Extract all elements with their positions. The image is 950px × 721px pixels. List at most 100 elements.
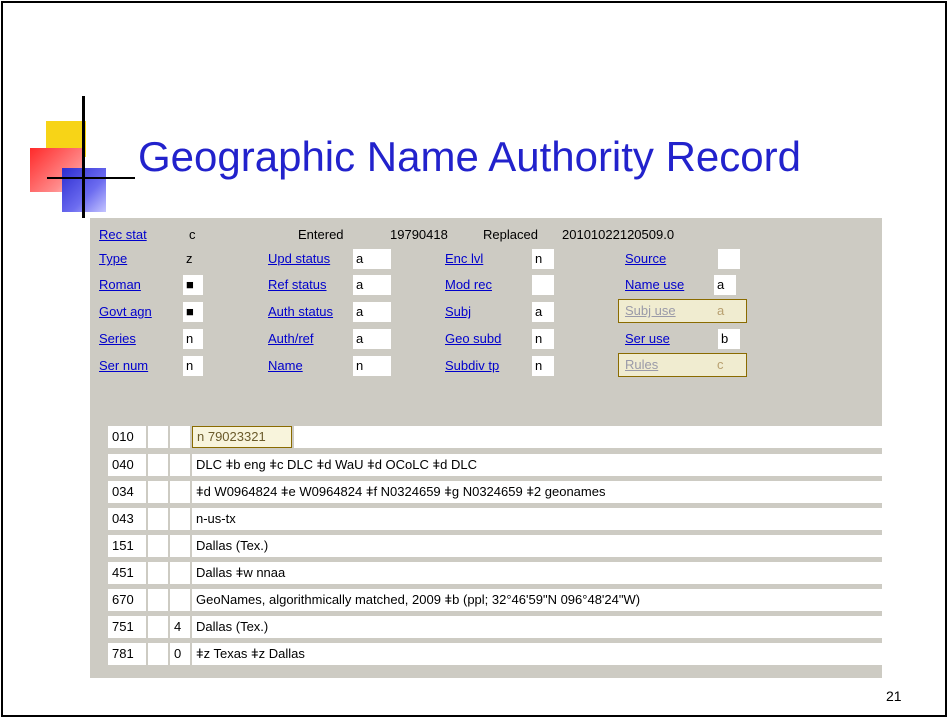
subj-use-field[interactable]: Subj use a <box>618 299 747 323</box>
field-tag[interactable]: 043 <box>108 508 146 530</box>
field-tag[interactable]: 151 <box>108 535 146 557</box>
field-indicator-2[interactable] <box>170 535 190 557</box>
subj-use-label[interactable]: Subj use <box>625 303 676 318</box>
ser-num-label[interactable]: Ser num <box>99 358 148 373</box>
source-value[interactable] <box>718 249 740 269</box>
field-indicator-2[interactable] <box>170 481 190 503</box>
type-label[interactable]: Type <box>99 251 127 266</box>
field-indicator-2[interactable]: 4 <box>170 616 190 638</box>
type-value: z <box>186 251 193 266</box>
replaced-value: 20101022120509.0 <box>562 227 675 242</box>
name-use-label[interactable]: Name use <box>625 277 684 292</box>
field-content[interactable]: Dallas (Tex.) <box>192 535 882 557</box>
series-label[interactable]: Series <box>99 331 136 346</box>
logo-vertical-line <box>82 96 85 218</box>
roman-label[interactable]: Roman <box>99 277 141 292</box>
govt-agn-label[interactable]: Govt agn <box>99 304 152 319</box>
subdiv-tp-value[interactable]: n <box>532 356 554 376</box>
enc-lvl-value[interactable]: n <box>532 249 554 269</box>
field-indicator-1[interactable] <box>148 426 168 448</box>
field-content[interactable]: Dallas (Tex.) <box>192 616 882 638</box>
ref-status-label[interactable]: Ref status <box>268 277 327 292</box>
auth-status-label[interactable]: Auth status <box>268 304 333 319</box>
field-row: 010 n 79023321 <box>108 426 882 448</box>
field-indicator-2[interactable] <box>170 426 190 448</box>
name-use-value[interactable]: a <box>714 275 736 295</box>
ser-num-value[interactable]: n <box>183 356 203 376</box>
field-content[interactable]: DLC ǂb eng ǂc DLC ǂd WaU ǂd OCoLC ǂd DLC <box>192 454 882 476</box>
subdiv-tp-label[interactable]: Subdiv tp <box>445 358 499 373</box>
field-indicator-1[interactable] <box>148 535 168 557</box>
field-tag[interactable]: 034 <box>108 481 146 503</box>
roman-value[interactable]: ■ <box>183 275 203 295</box>
upd-status-value[interactable]: a <box>353 249 391 269</box>
field-content[interactable]: n 79023321 <box>192 426 292 448</box>
enc-lvl-label[interactable]: Enc lvl <box>445 251 483 266</box>
fixed-fields: Rec stat c Entered 19790418 Replaced 201… <box>90 218 882 418</box>
field-tag[interactable]: 451 <box>108 562 146 584</box>
field-row: 034 ǂd W0964824 ǂe W0964824 ǂf N0324659 … <box>108 481 882 503</box>
replaced-label: Replaced <box>483 227 538 242</box>
subj-use-value: a <box>717 303 725 318</box>
field-indicator-1[interactable] <box>148 508 168 530</box>
rec-stat-value: c <box>189 227 196 242</box>
field-content-remainder <box>294 426 882 448</box>
ser-use-value[interactable]: b <box>718 329 740 349</box>
slide-logo-decoration <box>0 0 140 220</box>
field-row: 781 0 ǂz Texas ǂz Dallas <box>108 643 882 665</box>
field-content[interactable]: n-us-tx <box>192 508 882 530</box>
mod-rec-label[interactable]: Mod rec <box>445 277 492 292</box>
name-label[interactable]: Name <box>268 358 303 373</box>
field-indicator-1[interactable] <box>148 562 168 584</box>
field-content[interactable]: ǂd W0964824 ǂe W0964824 ǂf N0324659 ǂg N… <box>192 481 882 503</box>
rules-value: c <box>717 357 724 372</box>
series-value[interactable]: n <box>183 329 203 349</box>
name-value[interactable]: n <box>353 356 391 376</box>
ref-status-value[interactable]: a <box>353 275 391 295</box>
field-row: 040 DLC ǂb eng ǂc DLC ǂd WaU ǂd OCoLC ǂd… <box>108 454 882 476</box>
field-indicator-2[interactable] <box>170 508 190 530</box>
field-row: 751 4 Dallas (Tex.) <box>108 616 882 638</box>
rules-field[interactable]: Rules c <box>618 353 747 377</box>
subj-value[interactable]: a <box>532 302 554 322</box>
field-tag[interactable]: 781 <box>108 643 146 665</box>
slide-title: Geographic Name Authority Record <box>138 133 801 180</box>
field-indicator-1[interactable] <box>148 616 168 638</box>
geo-subd-value[interactable]: n <box>532 329 554 349</box>
field-row: 451 Dallas ǂw nnaa <box>108 562 882 584</box>
upd-status-label[interactable]: Upd status <box>268 251 330 266</box>
field-indicator-2[interactable] <box>170 562 190 584</box>
authority-record-panel: Rec stat c Entered 19790418 Replaced 201… <box>90 218 882 678</box>
rec-stat-label[interactable]: Rec stat <box>99 227 147 242</box>
entered-label: Entered <box>298 227 344 242</box>
auth-ref-label[interactable]: Auth/ref <box>268 331 314 346</box>
field-tag[interactable]: 040 <box>108 454 146 476</box>
field-tag[interactable]: 751 <box>108 616 146 638</box>
field-content[interactable]: ǂz Texas ǂz Dallas <box>192 643 882 665</box>
rules-label[interactable]: Rules <box>625 357 658 372</box>
page-number: 21 <box>886 688 902 704</box>
field-content[interactable]: GeoNames, algorithmically matched, 2009 … <box>192 589 882 611</box>
field-tag[interactable]: 670 <box>108 589 146 611</box>
auth-ref-value[interactable]: a <box>353 329 391 349</box>
field-indicator-1[interactable] <box>148 454 168 476</box>
auth-status-value[interactable]: a <box>353 302 391 322</box>
entered-value: 19790418 <box>390 227 448 242</box>
mod-rec-value[interactable] <box>532 275 554 295</box>
field-indicator-2[interactable] <box>170 454 190 476</box>
field-indicator-1[interactable] <box>148 643 168 665</box>
field-indicator-2[interactable] <box>170 589 190 611</box>
field-row: 043 n-us-tx <box>108 508 882 530</box>
govt-agn-value[interactable]: ■ <box>183 302 203 322</box>
subj-label[interactable]: Subj <box>445 304 471 319</box>
field-content[interactable]: Dallas ǂw nnaa <box>192 562 882 584</box>
field-indicator-1[interactable] <box>148 481 168 503</box>
logo-horizontal-line <box>47 177 135 179</box>
field-indicator-1[interactable] <box>148 589 168 611</box>
ser-use-label[interactable]: Ser use <box>625 331 670 346</box>
source-label[interactable]: Source <box>625 251 666 266</box>
field-row: 670 GeoNames, algorithmically matched, 2… <box>108 589 882 611</box>
field-tag[interactable]: 010 <box>108 426 146 448</box>
field-indicator-2[interactable]: 0 <box>170 643 190 665</box>
geo-subd-label[interactable]: Geo subd <box>445 331 501 346</box>
